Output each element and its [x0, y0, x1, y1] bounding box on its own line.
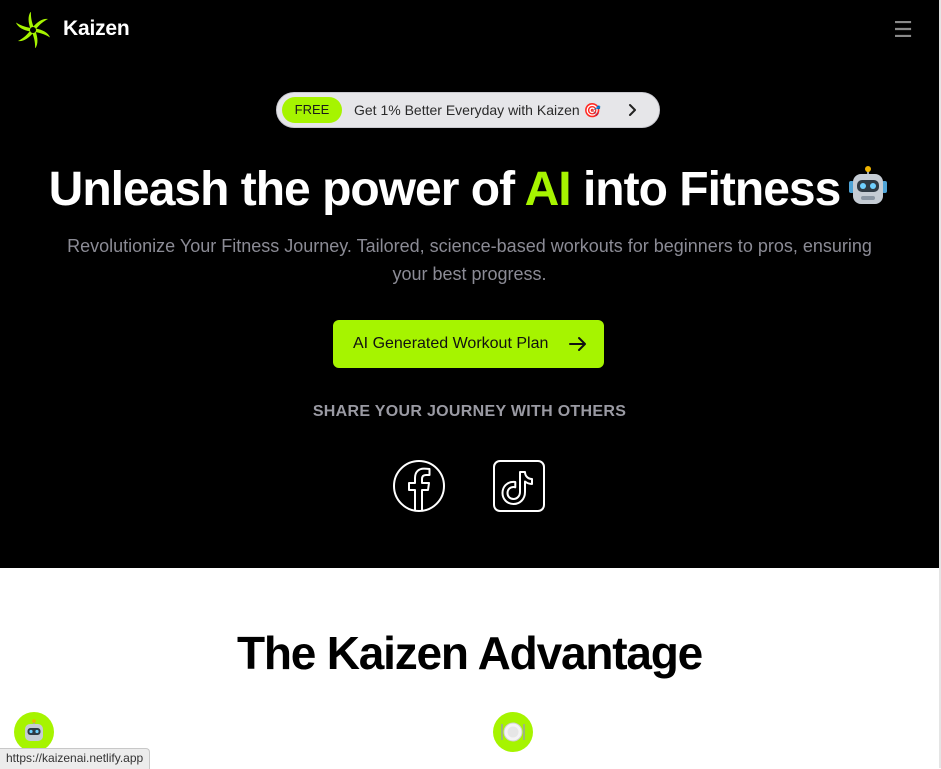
ai-workout-plan-button[interactable]: AI Generated Workout Plan	[333, 320, 604, 368]
promo-text: Get 1% Better Everyday with Kaizen 🎯	[354, 102, 601, 118]
page-title: Unleash the power of AI into Fitness	[0, 162, 939, 217]
hamburger-menu-icon[interactable]: ☰	[891, 19, 915, 41]
feature-icon-badge	[493, 712, 533, 752]
title-text-after: into Fitness	[570, 163, 841, 216]
hero-section: Kaizen ☰ FREE Get 1% Better Everyday wit…	[0, 0, 939, 568]
chevron-right-icon	[629, 104, 636, 116]
title-highlight: AI	[524, 163, 572, 216]
arrow-right-icon	[569, 337, 586, 351]
tiktok-icon[interactable]	[492, 459, 546, 513]
section-title: The Kaizen Advantage	[236, 627, 703, 679]
cta-label: AI Generated Workout Plan	[353, 335, 549, 352]
promo-banner[interactable]: FREE Get 1% Better Everyday with Kaizen …	[276, 92, 660, 128]
brand-name[interactable]: Kaizen	[63, 17, 130, 41]
facebook-icon[interactable]	[392, 459, 446, 513]
feature-icon-badge	[14, 712, 54, 752]
hero-subtitle: Revolutionize Your Fitness Journey. Tail…	[67, 236, 872, 284]
robot-emoji-icon	[25, 719, 43, 741]
free-badge: FREE	[282, 97, 342, 123]
kaizen-logo-icon[interactable]	[15, 12, 51, 48]
plate-emoji-icon	[501, 722, 525, 742]
robot-emoji-icon	[849, 166, 888, 204]
status-bar-url: https://kaizenai.netlify.app	[0, 748, 151, 769]
title-text-before: Unleash the power of	[48, 163, 525, 216]
share-heading: SHARE YOUR JOURNEY WITH OTHERS	[312, 403, 627, 420]
